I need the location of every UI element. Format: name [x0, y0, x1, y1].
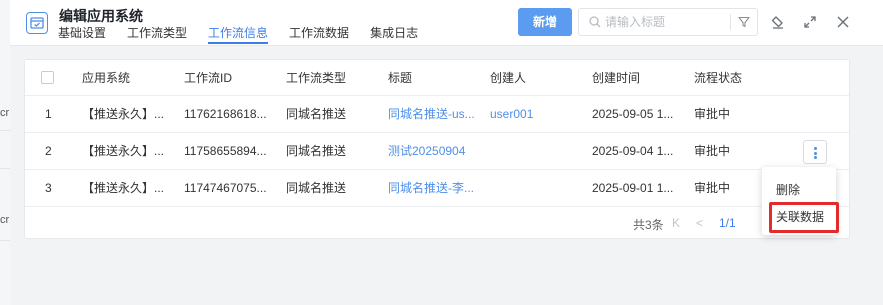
- app-system-cell: 【推送永久】...: [82, 181, 165, 195]
- tab-basic-settings[interactable]: 基础设置: [58, 26, 106, 46]
- table-row: 1 【推送永久】... 11762168618... 同城名推送 同城名推送-u…: [25, 96, 849, 133]
- column-header: 工作流类型: [286, 71, 347, 85]
- workflow-type-cell: 同城名推送: [286, 181, 347, 195]
- expand-icon[interactable]: [802, 14, 818, 30]
- column-header: 流程状态: [694, 71, 743, 85]
- add-button[interactable]: 新增: [518, 8, 572, 36]
- table-header-row: 应用系统 工作流ID 工作流类型 标题 创建人 创建时间 流程状态: [25, 60, 849, 96]
- background-text-fragment: cr: [0, 107, 10, 119]
- more-dots-icon: [814, 151, 817, 155]
- tab-workflow-type[interactable]: 工作流类型: [127, 26, 187, 46]
- pagination-bar: 共3条 K < 1/1: [25, 208, 849, 238]
- workflow-type-cell: 同城名推送: [286, 107, 347, 121]
- row-index: 1: [45, 107, 52, 121]
- filter-icon[interactable]: [738, 16, 750, 28]
- page-title: 编辑应用系统: [59, 8, 143, 24]
- column-header: 应用系统: [82, 71, 131, 85]
- column-header: 工作流ID: [184, 71, 233, 85]
- clear-icon[interactable]: [770, 14, 786, 30]
- more-dots-icon: [814, 147, 817, 150]
- app-system-cell: 【推送永久】...: [82, 144, 165, 158]
- drawer-header: 编辑应用系统 基础设置 工作流类型 工作流信息 工作流数据 集成日志 新增: [10, 0, 883, 46]
- tab-bar: 基础设置 工作流类型 工作流信息 工作流数据 集成日志: [58, 26, 439, 46]
- more-actions-button[interactable]: [803, 140, 827, 164]
- tab-workflow-data[interactable]: 工作流数据: [289, 26, 349, 46]
- prev-page-button[interactable]: <: [696, 216, 703, 230]
- delete-menu-item[interactable]: 删除: [776, 181, 800, 198]
- row-index: 2: [45, 144, 52, 158]
- search-divider: [730, 14, 731, 30]
- row-index: 3: [45, 181, 52, 195]
- status-cell: 审批中: [694, 144, 731, 158]
- current-page: 1/1: [719, 216, 736, 230]
- created-time-cell: 2025-09-01 1...: [592, 181, 674, 195]
- workflow-table-card: 应用系统 工作流ID 工作流类型 标题 创建人 创建时间 流程状态 1 【推送永…: [24, 59, 850, 239]
- created-time-cell: 2025-09-04 1...: [592, 144, 674, 158]
- search-input[interactable]: [605, 13, 725, 31]
- workflow-type-cell: 同城名推送: [286, 144, 347, 158]
- edit-drawer: 编辑应用系统 基础设置 工作流类型 工作流信息 工作流数据 集成日志 新增 应用…: [10, 0, 883, 305]
- status-cell: 审批中: [694, 181, 731, 195]
- background-text-fragment: cr: [0, 214, 10, 226]
- workflow-id-cell: 11758655894...: [184, 144, 267, 158]
- close-icon[interactable]: [835, 14, 851, 30]
- tab-integration-log[interactable]: 集成日志: [370, 26, 418, 46]
- column-header: 创建时间: [592, 71, 641, 85]
- title-link[interactable]: 同城名推送-李...: [388, 170, 483, 206]
- title-link[interactable]: 同城名推送-us...: [388, 96, 483, 132]
- table-row: 2 【推送永久】... 11758655894... 同城名推送 测试20250…: [25, 133, 849, 170]
- workflow-id-cell: 11747467075...: [184, 181, 267, 195]
- status-cell: 审批中: [694, 107, 731, 121]
- created-time-cell: 2025-09-05 1...: [592, 107, 674, 121]
- app-system-cell: 【推送永久】...: [82, 107, 165, 121]
- column-header: 创建人: [490, 71, 527, 85]
- search-icon: [589, 16, 601, 28]
- tab-workflow-info[interactable]: 工作流信息: [208, 26, 269, 46]
- title-link[interactable]: 测试20250904: [388, 133, 483, 169]
- highlight-box: [769, 202, 839, 233]
- creator-link[interactable]: user001: [490, 96, 533, 132]
- first-page-button[interactable]: K: [672, 216, 680, 230]
- column-header: 标题: [388, 71, 413, 85]
- select-all-checkbox[interactable]: [41, 71, 54, 84]
- calendar-icon: [26, 12, 48, 34]
- more-dots-icon: [814, 156, 817, 159]
- total-count: 共3条: [633, 218, 664, 232]
- search-box: [578, 8, 758, 36]
- workflow-id-cell: 11762168618...: [184, 107, 267, 121]
- table-row: 3 【推送永久】... 11747467075... 同城名推送 同城名推送-李…: [25, 170, 849, 207]
